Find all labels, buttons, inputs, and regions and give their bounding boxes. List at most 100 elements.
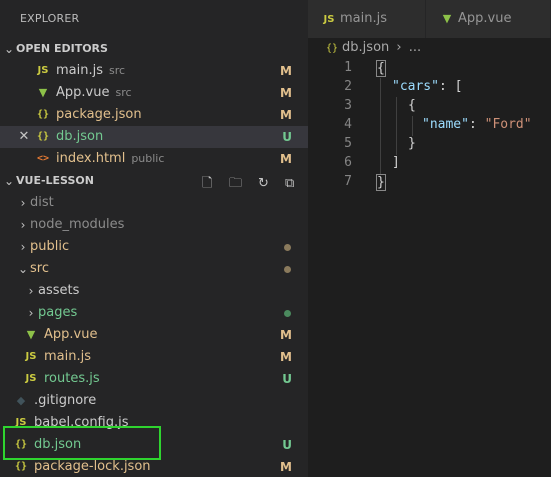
open-editor-desc: src [115, 86, 132, 99]
chevron-down-icon: ⌄ [3, 42, 15, 56]
close-icon[interactable]: ✕ [16, 126, 32, 148]
tab-app-vue[interactable]: ▼ App.vue [426, 0, 551, 38]
tree-folder-dist[interactable]: › dist [0, 192, 308, 214]
git-badge-modified: M [280, 108, 292, 122]
tree-item-label: .gitignore [34, 393, 97, 408]
tree-file-routes-js[interactable]: JS routes.js U [0, 368, 308, 390]
git-badge-modified: M [280, 64, 292, 78]
open-editor-item-index-html[interactable]: <> index.html public M [0, 148, 308, 170]
code-line-2: "cars": [ [392, 79, 462, 94]
chevron-down-icon: ⌄ [17, 262, 29, 276]
highlight-box [3, 426, 161, 460]
tab-label: main.js [340, 11, 387, 26]
indent-guide [396, 97, 397, 155]
breadcrumb-file[interactable]: db.json [342, 40, 389, 55]
json-icon: {} [326, 43, 339, 54]
tree-item-label: dist [30, 195, 54, 210]
indent-guide [380, 78, 381, 174]
git-badge-modified: M [280, 460, 292, 474]
open-editor-item-package-json[interactable]: {} package.json M [0, 104, 308, 126]
code-punct: : [468, 117, 485, 132]
open-editors-header[interactable]: ⌄ OPEN EDITORS [0, 38, 308, 60]
js-icon: JS [25, 373, 37, 384]
code-line-7: } [376, 174, 386, 191]
line-number: 4 [344, 117, 352, 132]
explorer-sidebar: EXPLORER ⌄ OPEN EDITORS JS main.js src M… [0, 0, 308, 477]
tree-folder-public[interactable]: › public [0, 236, 308, 258]
json-key: "cars" [392, 79, 439, 94]
chevron-right-icon: › [20, 218, 26, 232]
project-label: VUE-LESSON [16, 174, 94, 187]
tree-item-label: main.js [44, 349, 91, 364]
git-badge-untracked: U [282, 372, 292, 386]
untracked-dot [284, 310, 291, 317]
indent-guide [412, 116, 413, 136]
open-editor-name: main.js [56, 63, 103, 78]
tree-item-label: src [30, 261, 49, 276]
git-badge-untracked: U [282, 130, 292, 144]
editor-pane: JS main.js ▼ App.vue {} db.json › ... 1 2 3… [308, 0, 551, 477]
code-punct: : [ [438, 79, 463, 94]
js-icon: JS [323, 14, 335, 25]
json-icon: {} [36, 109, 50, 120]
git-badge-modified: M [280, 328, 292, 342]
vue-icon: ▼ [26, 328, 36, 341]
chevron-right-icon: › [28, 284, 34, 298]
tab-main-js[interactable]: JS main.js [308, 0, 426, 38]
code-line-4: "name": "Ford" [422, 117, 532, 132]
line-number: 3 [344, 98, 352, 113]
modified-dot [284, 266, 291, 273]
git-badge-modified: M [280, 86, 292, 100]
code-line-5: } [408, 136, 416, 151]
open-editors-label: OPEN EDITORS [16, 42, 108, 55]
json-string: "Ford" [484, 117, 532, 132]
git-icon: ◆ [16, 394, 26, 407]
json-icon: {} [36, 131, 50, 142]
vue-icon: ▼ [38, 86, 48, 99]
html-icon: <> [36, 153, 50, 164]
chevron-right-icon: › [28, 306, 34, 320]
tree-item-label: assets [38, 283, 80, 298]
line-number: 1 [344, 60, 352, 75]
line-number: 5 [344, 136, 352, 151]
project-header[interactable]: ⌄ VUE-LESSON 🗋 🗀 ↻ ⧉ [0, 170, 308, 192]
line-number: 7 [344, 174, 352, 189]
tree-folder-node-modules[interactable]: › node_modules [0, 214, 308, 236]
tree-folder-assets[interactable]: › assets [0, 280, 308, 302]
tree-file-gitignore[interactable]: ◆ .gitignore [0, 390, 308, 412]
chevron-right-icon: › [20, 240, 26, 254]
line-number: 2 [344, 79, 352, 94]
chevron-right-icon: › [20, 196, 26, 210]
tab-label: App.vue [458, 11, 512, 26]
json-key: "name" [422, 117, 469, 132]
breadcrumb-rest[interactable]: ... [409, 40, 421, 55]
tree-item-label: public [30, 239, 70, 254]
vue-icon: ▼ [442, 12, 452, 25]
code-line-6: ] [392, 155, 400, 170]
chevron-down-icon: ⌄ [3, 174, 15, 188]
code-line-3: { [408, 98, 416, 113]
git-badge-modified: M [280, 152, 292, 166]
tree-file-main-js[interactable]: JS main.js M [0, 346, 308, 368]
breadcrumb-separator: › [396, 40, 402, 55]
tree-file-app-vue[interactable]: ▼ App.vue M [0, 324, 308, 346]
code-line-1: { [376, 60, 386, 77]
tree-folder-pages[interactable]: › pages [0, 302, 308, 324]
open-editor-item-db-json[interactable]: ✕ {} db.json U [0, 126, 308, 148]
open-editor-item-app-vue[interactable]: ▼ App.vue src M [0, 82, 308, 104]
breadcrumb: {} db.json › ... [308, 38, 551, 58]
open-editor-name: App.vue [56, 85, 110, 100]
tree-item-label: routes.js [44, 371, 100, 386]
tree-item-label: App.vue [44, 327, 98, 342]
git-badge-untracked: U [282, 438, 292, 452]
open-editor-item-main-js[interactable]: JS main.js src M [0, 60, 308, 82]
open-editor-desc: src [109, 64, 126, 77]
tree-item-label: pages [38, 305, 78, 320]
open-editor-name: db.json [56, 129, 104, 144]
open-editor-name: package.json [56, 107, 142, 122]
editor-tabs: JS main.js ▼ App.vue [308, 0, 551, 38]
line-number: 6 [344, 155, 352, 170]
tree-folder-src[interactable]: ⌄ src [0, 258, 308, 280]
open-editor-name: index.html [56, 151, 126, 166]
tree-item-label: node_modules [30, 217, 125, 232]
